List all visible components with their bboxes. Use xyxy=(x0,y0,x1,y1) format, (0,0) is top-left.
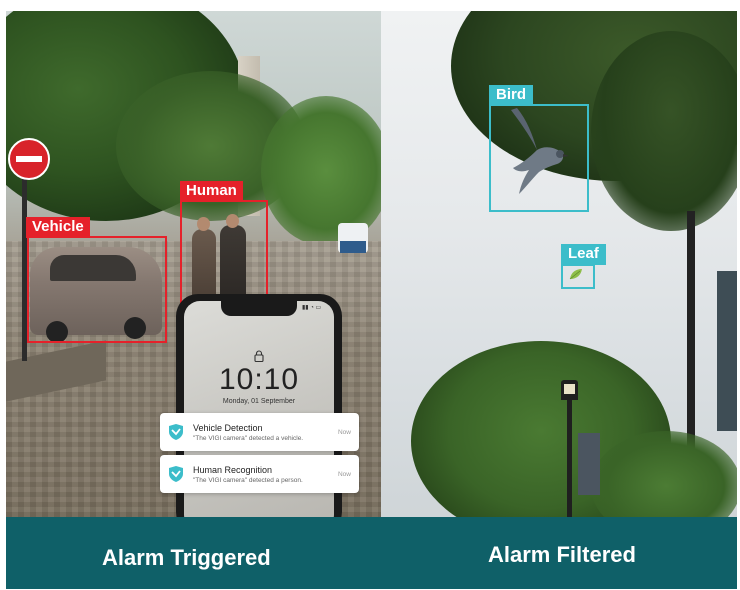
vigi-shield-icon xyxy=(169,466,183,482)
vigi-shield-icon xyxy=(169,424,183,440)
lock-icon xyxy=(254,350,264,362)
parked-van-detail xyxy=(340,241,366,253)
street-banner xyxy=(578,433,600,495)
park-scene: Bird Leaf xyxy=(381,11,737,517)
no-entry-sign-icon xyxy=(8,138,50,180)
street-lamp-glass xyxy=(564,384,575,394)
street-banner xyxy=(717,271,737,431)
notification-time: Now xyxy=(337,471,351,478)
lock-screen-date: Monday, 01 September xyxy=(222,398,296,405)
leaf-detection-box xyxy=(561,264,595,289)
notification-card[interactable]: Vehicle Detection "The VIGI camera" dete… xyxy=(160,413,359,451)
alarm-triggered-caption: Alarm Triggered xyxy=(102,545,271,570)
alarm-filtered-caption: Alarm Filtered xyxy=(488,542,636,567)
phone-notch xyxy=(221,301,297,316)
notification-body: "The VIGI camera" detected a vehicle. xyxy=(193,435,304,442)
lock-screen-time: 10:10 xyxy=(218,363,300,396)
notification-card[interactable]: Human Recognition "The VIGI camera" dete… xyxy=(160,455,359,493)
vehicle-detection-box xyxy=(27,236,167,343)
phone-status-icons: ▮▮ ◔ ▭ xyxy=(302,305,322,311)
leaf-detection-label: Leaf xyxy=(561,244,606,265)
human-detection-label: Human xyxy=(180,181,243,202)
notification-body: "The VIGI camera" detected a person. xyxy=(193,477,303,484)
street-lamp-pole xyxy=(567,396,572,517)
bird-detection-label: Bird xyxy=(489,85,533,106)
comparison-image: Vehicle Human ▮▮ ◔ ▭ 10:10 Monday, 01 Se… xyxy=(6,11,737,589)
notification-time: Now xyxy=(337,429,351,436)
notification-title: Human Recognition xyxy=(193,465,273,475)
tree-canopy xyxy=(591,31,737,231)
vehicle-detection-label: Vehicle xyxy=(26,217,90,238)
bird-detection-box xyxy=(489,104,589,212)
notification-title: Vehicle Detection xyxy=(193,423,263,433)
